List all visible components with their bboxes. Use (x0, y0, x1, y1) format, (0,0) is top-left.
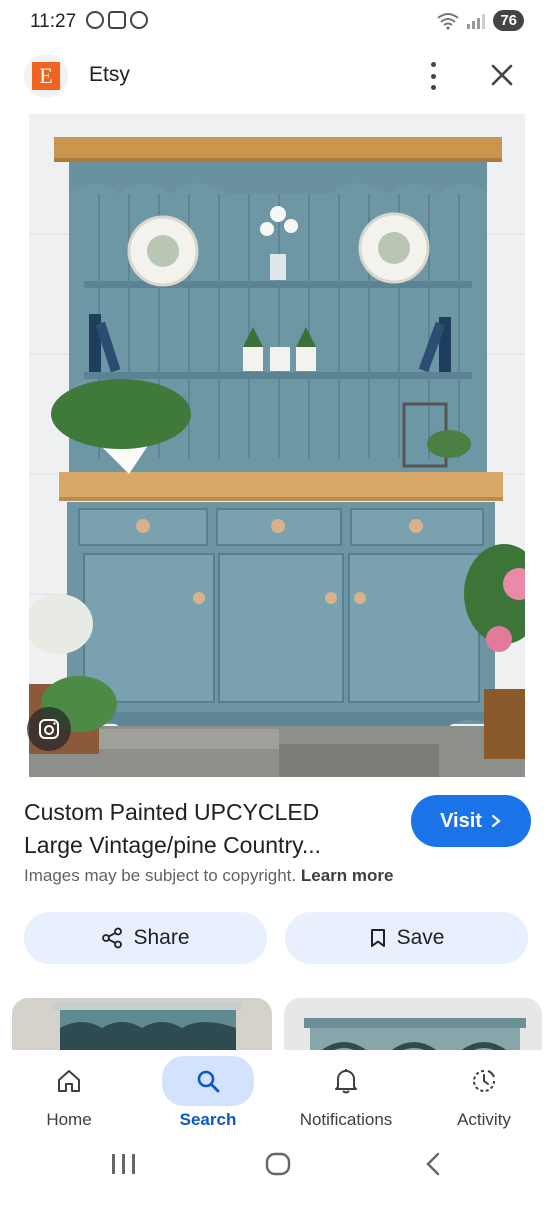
related-image-1-art (52, 1002, 242, 1052)
related-image-1[interactable] (12, 998, 272, 1052)
screenshot-icon (108, 11, 126, 29)
share-label: Share (133, 926, 190, 949)
site-name[interactable]: Etsy (89, 63, 130, 87)
copyright-notice: Images may be subject to copyright. Lear… (24, 866, 393, 886)
activity-icon (473, 1070, 495, 1092)
bookmark-icon (370, 929, 385, 947)
nav-notifications[interactable]: Notifications (286, 1050, 406, 1130)
close-icon[interactable] (487, 60, 517, 90)
system-navigation-bar (0, 1140, 554, 1200)
result-title[interactable]: Custom Painted UPCYCLED Large Vintage/pi… (24, 796, 384, 862)
google-lens-button[interactable] (27, 707, 71, 751)
result-title-line1: Custom Painted UPCYCLED (24, 799, 320, 825)
save-button[interactable]: Save (285, 912, 528, 964)
save-label: Save (396, 926, 445, 949)
wifi-icon (437, 12, 459, 30)
nav-home-label: Home (46, 1110, 92, 1129)
recent-apps-icon[interactable] (112, 1154, 135, 1174)
search-icon (197, 1070, 220, 1093)
copyright-text: Images may be subject to copyright. (24, 866, 297, 885)
learn-more-link[interactable]: Learn more (301, 866, 394, 885)
product-image[interactable] (29, 114, 525, 777)
nav-activity-label: Activity (457, 1110, 511, 1129)
nav-search[interactable]: Search (148, 1050, 268, 1130)
back-icon[interactable] (426, 1152, 440, 1176)
system-nav-icons (112, 1152, 440, 1176)
status-bar: 11:27 76 (0, 0, 554, 44)
home-button-icon[interactable] (265, 1152, 291, 1176)
related-image-2-art (304, 1018, 526, 1052)
result-title-line2: Large Vintage/pine Country... (24, 832, 322, 858)
chevron-right-icon (491, 814, 501, 828)
etsy-logo: E (24, 54, 68, 98)
dresser-illustration (29, 114, 525, 777)
home-icon (58, 1070, 80, 1092)
share-button[interactable]: Share (24, 912, 267, 964)
bell-icon (335, 1069, 357, 1094)
bottom-navigation: Home Search Notifications Activity (0, 1050, 554, 1140)
nav-activity[interactable]: Activity (424, 1050, 544, 1130)
share-icon (102, 927, 123, 949)
nav-home[interactable]: Home (9, 1050, 129, 1130)
notification-icons (86, 11, 148, 29)
page-header: E Etsy (0, 52, 554, 100)
whatsapp-icon-2 (130, 11, 148, 29)
battery-badge: 76 (493, 10, 524, 31)
nav-search-label: Search (179, 1110, 237, 1129)
nav-notifications-label: Notifications (299, 1110, 393, 1129)
visit-button[interactable]: Visit (411, 795, 531, 847)
visit-label: Visit (440, 809, 482, 832)
status-time: 11:27 (30, 11, 77, 32)
signal-icon (467, 13, 486, 29)
related-image-2[interactable] (284, 998, 542, 1052)
whatsapp-icon (86, 11, 104, 29)
lens-icon (39, 719, 59, 739)
more-options-icon[interactable] (424, 62, 442, 90)
etsy-logo-letter: E (32, 62, 60, 90)
